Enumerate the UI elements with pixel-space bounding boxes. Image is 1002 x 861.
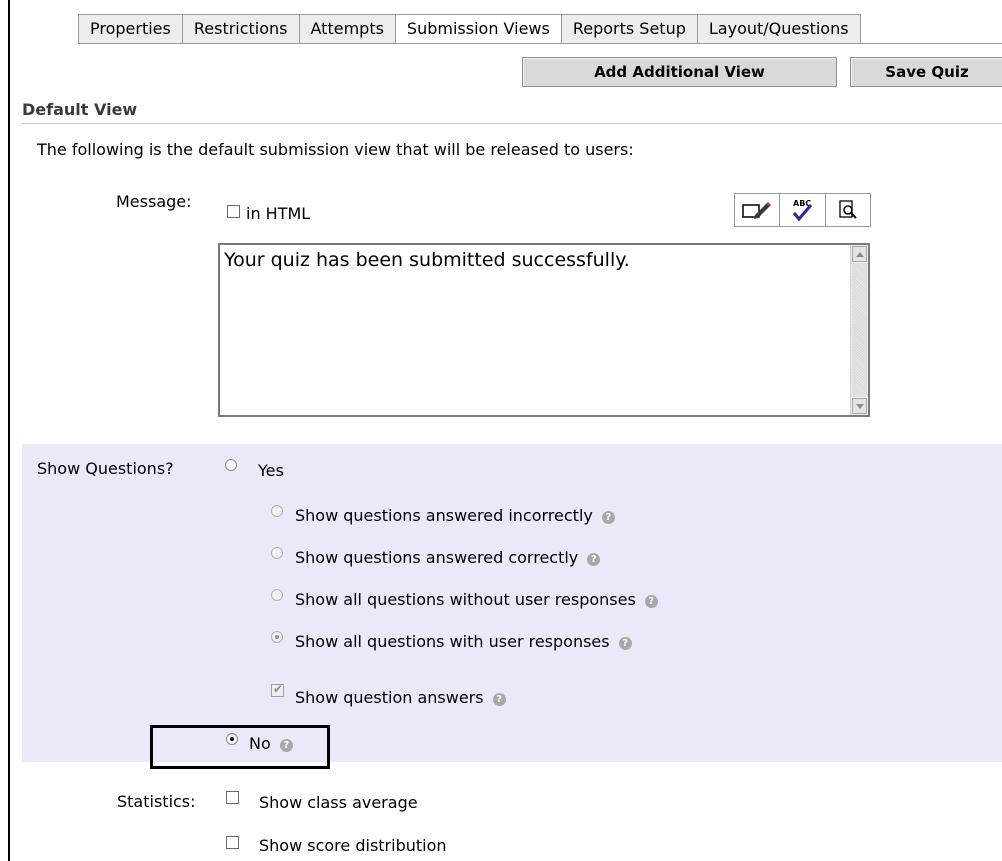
in-html-checkbox[interactable]: [227, 205, 240, 218]
tab-attempts[interactable]: Attempts: [299, 14, 396, 44]
show-question-answers-label: Show question answers?: [295, 688, 506, 707]
tab-submission-views[interactable]: Submission Views: [395, 14, 562, 44]
message-textarea[interactable]: Your quiz has been submitted successfull…: [218, 243, 870, 417]
score-distribution-label: Show score distribution: [259, 836, 447, 855]
class-average-label: Show class average: [259, 793, 418, 812]
message-label: Message:: [116, 192, 192, 211]
show-questions-yes-radio[interactable]: [225, 459, 237, 471]
show-question-answers-checkbox[interactable]: ✔: [271, 682, 284, 697]
help-icon[interactable]: ?: [601, 511, 615, 524]
tab-properties[interactable]: Properties: [78, 14, 183, 44]
message-text: Your quiz has been submitted successfull…: [224, 249, 630, 271]
section-divider: [22, 123, 1002, 124]
show-questions-yes-label: Yes: [258, 461, 284, 480]
scroll-up-arrow-icon[interactable]: [852, 246, 867, 262]
tab-bar: Properties Restrictions Attempts Submiss…: [78, 14, 861, 44]
option-incorrect-label: Show questions answered incorrectly?: [295, 506, 615, 525]
help-icon[interactable]: ?: [587, 553, 601, 566]
option-without-responses-radio[interactable]: [271, 589, 283, 601]
tab-layout-questions[interactable]: Layout/Questions: [697, 14, 861, 44]
checkmark-icon: ✔: [273, 682, 284, 696]
section-title: Default View: [22, 100, 138, 119]
option-incorrect-radio[interactable]: [271, 505, 283, 517]
option-with-responses-label: Show all questions with user responses?: [295, 632, 632, 651]
option-correct-label: Show questions answered correctly?: [295, 548, 601, 567]
statistics-label: Statistics:: [117, 792, 196, 811]
spellcheck-icon[interactable]: ABC: [780, 194, 826, 226]
intro-text: The following is the default submission …: [37, 140, 634, 159]
message-scrollbar[interactable]: [850, 245, 868, 415]
save-quiz-button[interactable]: Save Quiz: [850, 57, 1002, 87]
editor-toolbar: ABC: [734, 193, 871, 227]
help-icon[interactable]: ?: [644, 595, 658, 608]
option-without-responses-label: Show all questions without user response…: [295, 590, 658, 609]
edit-html-icon[interactable]: [735, 194, 781, 226]
score-distribution-checkbox[interactable]: [226, 836, 239, 849]
show-questions-label: Show Questions?: [37, 459, 174, 478]
option-with-responses-radio[interactable]: [271, 631, 283, 643]
scroll-down-arrow-icon[interactable]: [852, 398, 867, 414]
tab-underline: [78, 43, 1002, 44]
class-average-checkbox[interactable]: [226, 791, 239, 804]
help-icon[interactable]: ?: [492, 693, 506, 706]
radio-selected-dot: [275, 635, 279, 639]
add-additional-view-button[interactable]: Add Additional View: [522, 57, 837, 87]
option-correct-radio[interactable]: [271, 547, 283, 559]
tab-restrictions[interactable]: Restrictions: [182, 14, 300, 44]
preview-icon[interactable]: [826, 194, 870, 226]
tab-reports-setup[interactable]: Reports Setup: [561, 14, 698, 44]
scroll-track[interactable]: [852, 263, 867, 397]
in-html-label: in HTML: [246, 204, 311, 223]
annotation-highlight-box: [150, 725, 330, 769]
help-icon[interactable]: ?: [618, 637, 632, 650]
left-frame-border: [8, 0, 10, 861]
